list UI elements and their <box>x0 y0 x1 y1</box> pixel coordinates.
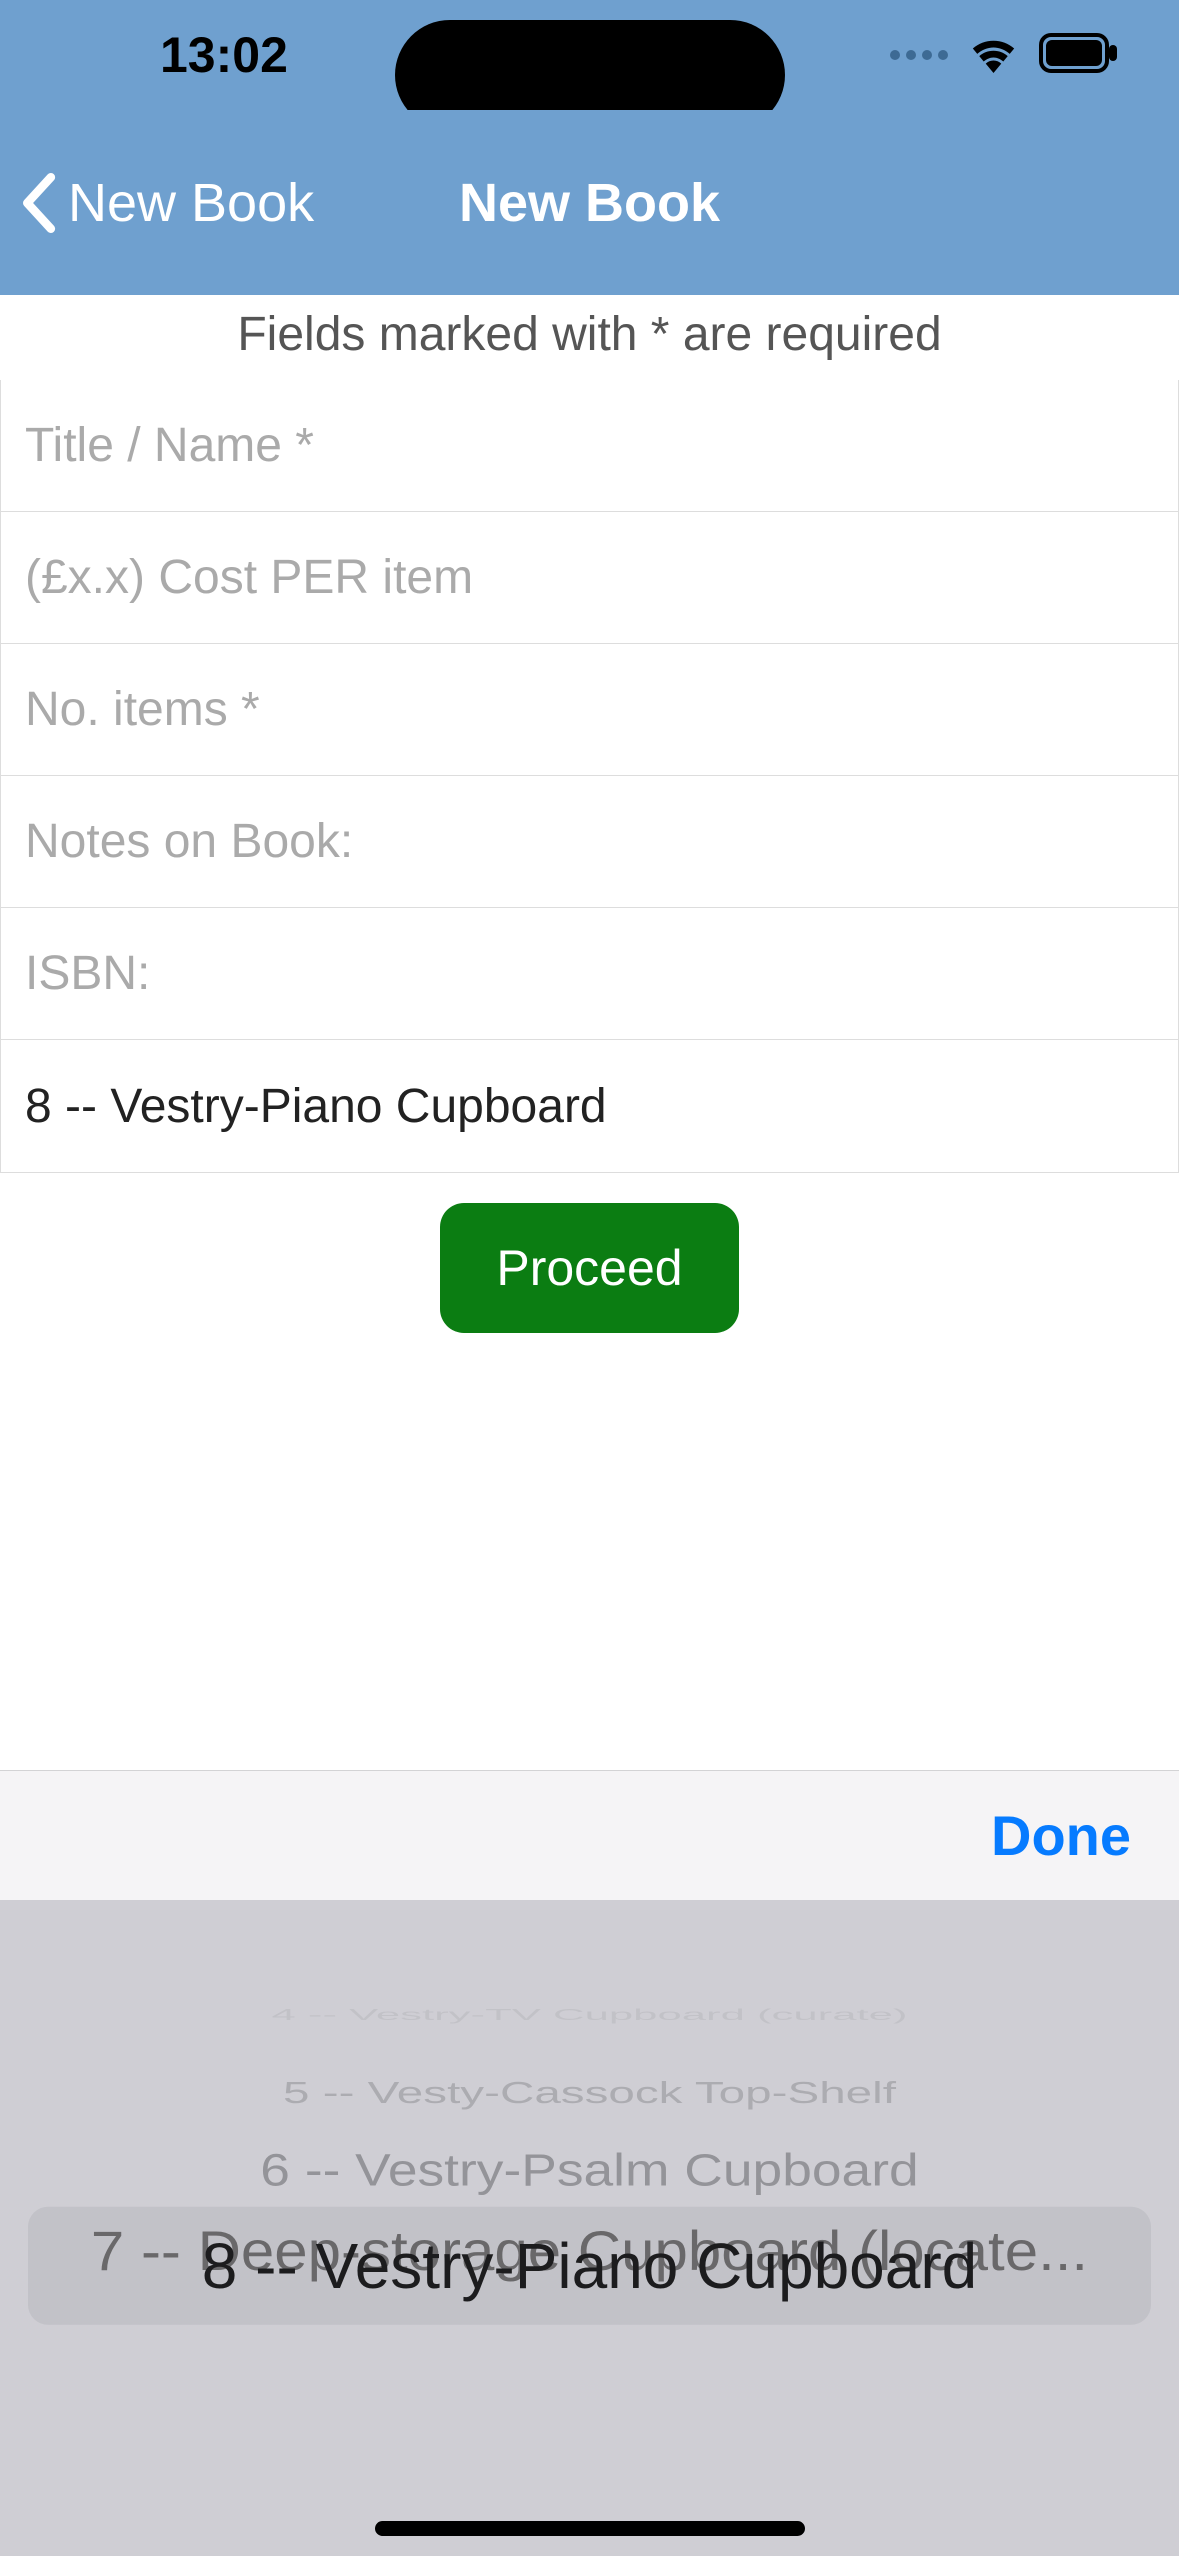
done-button[interactable]: Done <box>991 1803 1131 1868</box>
picker-selection-indicator: 8 -- Vestry-Piano Cupboard <box>28 2207 1151 2325</box>
chevron-left-icon <box>20 173 56 233</box>
title-input[interactable] <box>25 418 1154 473</box>
cost-input[interactable] <box>25 550 1154 605</box>
required-fields-note: Fields marked with * are required <box>0 295 1179 380</box>
status-bar: 13:02 <box>0 0 1179 110</box>
items-input[interactable] <box>25 682 1154 737</box>
location-select[interactable]: 8 -- Vestry-Piano Cupboard <box>1 1040 1178 1172</box>
status-time: 13:02 <box>160 26 288 84</box>
picker-accessory-bar: Done <box>0 1770 1179 1900</box>
picker-wheel[interactable]: 4 -- Vestry-TV Cupboard (curate) 5 -- Ve… <box>0 1976 1179 2411</box>
picker-item[interactable]: 5 -- Vesty-Cassock Top-Shelf <box>88 2071 1090 2114</box>
back-button[interactable]: New Book <box>20 172 314 234</box>
wifi-icon <box>966 33 1021 78</box>
home-indicator[interactable] <box>375 2521 805 2536</box>
nav-bar: New Book New Book <box>0 110 1179 295</box>
battery-icon <box>1039 33 1119 78</box>
proceed-button[interactable]: Proceed <box>440 1203 738 1333</box>
page-title: New Book <box>459 172 720 234</box>
picker-selected-item: 8 -- Vestry-Piano Cupboard <box>202 2229 978 2303</box>
location-picker[interactable]: 4 -- Vestry-TV Cupboard (curate) 5 -- Ve… <box>0 1900 1179 2556</box>
back-label: New Book <box>68 172 314 234</box>
picker-item[interactable]: 6 -- Vestry-Psalm Cupboard <box>47 2140 1132 2202</box>
isbn-input[interactable] <box>25 946 1154 1001</box>
status-dots-icon <box>890 50 948 60</box>
book-form: 8 -- Vestry-Piano Cupboard <box>0 380 1179 1173</box>
status-right <box>890 33 1119 78</box>
location-selected-value: 8 -- Vestry-Piano Cupboard <box>25 1079 607 1134</box>
notes-input[interactable] <box>25 814 1154 869</box>
picker-item[interactable]: 4 -- Vestry-TV Cupboard (curate) <box>130 2004 1050 2026</box>
